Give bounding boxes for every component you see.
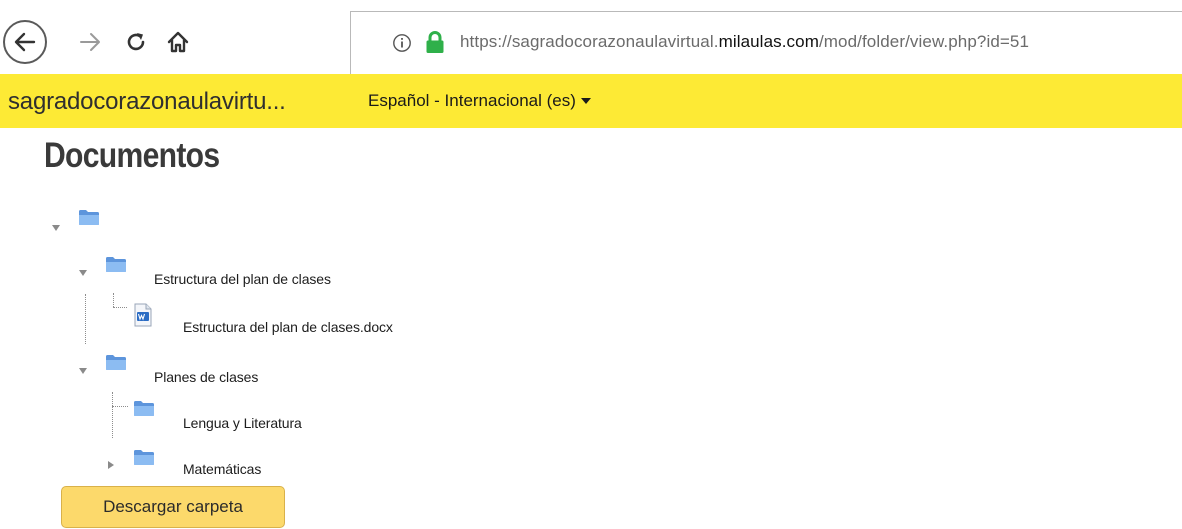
- tree-item-subfolder[interactable]: Lengua y Literatura: [183, 415, 302, 431]
- forward-arrow-icon: [80, 33, 100, 51]
- page-title: Documentos: [44, 136, 220, 175]
- triangle-right-icon[interactable]: [108, 461, 114, 469]
- triangle-down-icon[interactable]: [79, 270, 87, 276]
- word-document-icon[interactable]: [133, 303, 153, 327]
- tree-connector: [85, 294, 86, 344]
- folder-icon[interactable]: [133, 449, 155, 466]
- home-button[interactable]: [160, 24, 196, 60]
- tree-item-subfolder[interactable]: Matemáticas: [183, 461, 261, 477]
- tree-item-file[interactable]: Estructura del plan de clases.docx: [183, 319, 393, 335]
- forward-button[interactable]: [74, 26, 106, 58]
- site-navbar: sagradocorazonaulavirtu... Español - Int…: [0, 74, 1182, 128]
- folder-icon[interactable]: [105, 256, 127, 273]
- language-label: Español - Internacional (es): [368, 91, 576, 110]
- url-host: milaulas.com: [718, 32, 819, 51]
- tree-item-folder[interactable]: Planes de clases: [154, 369, 258, 385]
- back-button[interactable]: [3, 20, 47, 64]
- url-prefix: https://sagradocorazonaulavirtual.: [460, 32, 719, 51]
- tree-item-folder[interactable]: Estructura del plan de clases: [154, 271, 331, 287]
- download-folder-button[interactable]: Descargar carpeta: [61, 486, 285, 528]
- folder-icon[interactable]: [105, 354, 127, 371]
- folder-icon[interactable]: [133, 400, 155, 417]
- browser-toolbar: https://sagradocorazonaulavirtual.milaul…: [0, 0, 1182, 74]
- reload-button[interactable]: [118, 24, 154, 60]
- language-menu[interactable]: Español - Internacional (es): [368, 91, 591, 111]
- back-arrow-icon: [14, 32, 36, 52]
- caret-down-icon: [580, 98, 591, 104]
- tree-connector: [112, 406, 128, 407]
- tree-connector: [113, 293, 114, 307]
- lock-icon[interactable]: [424, 30, 446, 54]
- url-path: /mod/folder/view.php?id=51: [818, 32, 1030, 51]
- info-icon[interactable]: [392, 33, 412, 53]
- tree-connector: [113, 307, 127, 308]
- reload-icon: [127, 33, 145, 51]
- url-text[interactable]: https://sagradocorazonaulavirtual.milaul…: [460, 32, 1029, 52]
- folder-icon[interactable]: [78, 209, 100, 226]
- triangle-down-icon[interactable]: [79, 368, 87, 374]
- site-name-link[interactable]: sagradocorazonaulavirtu...: [8, 88, 286, 116]
- home-icon: [167, 31, 189, 53]
- tree-connector: [112, 392, 113, 438]
- triangle-down-icon[interactable]: [52, 225, 60, 231]
